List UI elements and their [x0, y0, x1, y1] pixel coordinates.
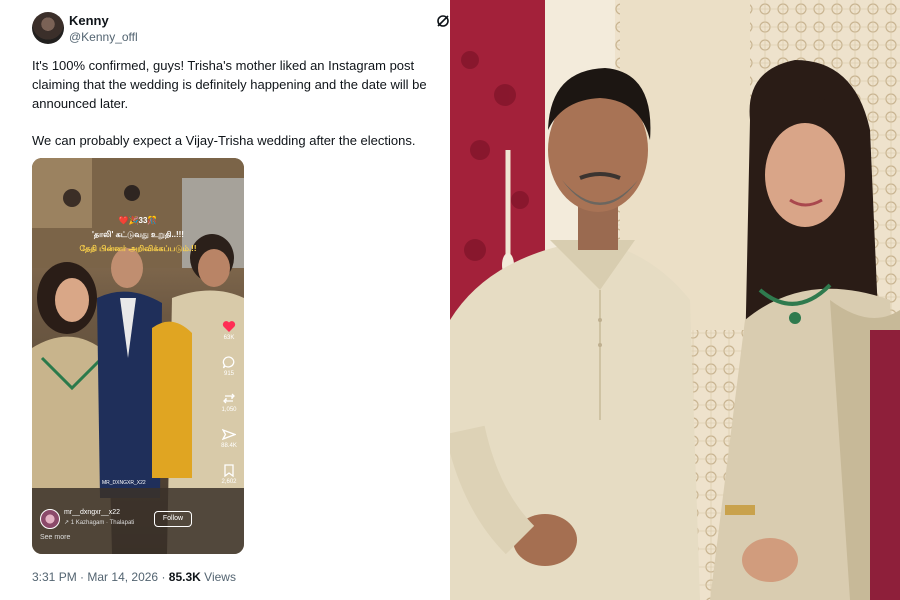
repost-count: 1,050	[221, 407, 237, 413]
meta-separator: ·	[80, 570, 85, 584]
meta-separator: ·	[161, 570, 166, 584]
heart-icon	[222, 321, 236, 332]
views-label: Views	[204, 570, 236, 584]
bookmark-button[interactable]: 2,602	[218, 464, 240, 485]
creator-row: mr__dxngxr__x22 ↗ 1 Kazhagam · Thalapati…	[40, 508, 240, 529]
share-button[interactable]: 88.4K	[218, 428, 240, 449]
comment-button[interactable]: 915	[218, 356, 240, 377]
views-count: 85.3K	[168, 570, 201, 584]
tweet-time[interactable]: 3:31 PM	[32, 570, 77, 584]
avatar[interactable]	[32, 12, 64, 44]
tweet-text-line: claiming that the wedding is definitely …	[32, 77, 427, 92]
tweet-card: Kenny @Kenny_offl It's 100% confirmed, g…	[0, 0, 450, 600]
creator-name[interactable]: mr__dxngxr__x22	[64, 509, 120, 516]
video-overlay-text: ❤️🎉33🎊	[118, 216, 158, 225]
follow-button[interactable]: Follow	[154, 511, 192, 527]
tweet-text-line: announced later.	[32, 96, 129, 111]
repost-button[interactable]: 1,050	[218, 392, 240, 413]
bookmark-count: 2,602	[221, 479, 237, 485]
see-more-link[interactable]: See more	[40, 534, 70, 541]
video-overlay-text: 'தாலி' கட்டுவது உறுதி..!!!	[92, 230, 184, 239]
grok-icon[interactable]	[436, 14, 450, 28]
like-button[interactable]: 63K	[218, 320, 240, 341]
music-tag[interactable]: MR_DXNGXR_X22	[102, 480, 146, 486]
tweet-text-line: We can probably expect a Vijay-Trisha we…	[32, 133, 416, 148]
comment-icon	[222, 356, 235, 369]
creator-subtitle: ↗ 1 Kazhagam · Thalapati	[64, 520, 135, 526]
couple-photo	[450, 0, 900, 600]
repost-icon	[223, 393, 235, 404]
share-icon	[222, 428, 236, 441]
tweet-date[interactable]: Mar 14, 2026	[87, 570, 158, 584]
comment-count: 915	[223, 371, 234, 377]
embedded-video[interactable]: ❤️🎉33🎊 'தாலி' கட்டுவது உறுதி..!!! தேதி ப…	[32, 158, 244, 554]
video-overlay-text: தேதி பின்னர் அறிவிக்கப்படும்.!!	[79, 244, 197, 253]
share-count: 88.4K	[221, 443, 237, 449]
tweet-meta: 3:31 PM · Mar 14, 2026 · 85.3K Views	[32, 570, 236, 584]
photo-illustration	[450, 0, 900, 600]
tweet-text-line: It's 100% confirmed, guys! Trisha's moth…	[32, 58, 415, 73]
user-handle[interactable]: @Kenny_offl	[69, 30, 138, 44]
bookmark-icon	[224, 464, 234, 477]
like-count: 63K	[223, 335, 235, 341]
display-name[interactable]: Kenny	[69, 13, 109, 28]
creator-avatar[interactable]	[40, 509, 60, 529]
